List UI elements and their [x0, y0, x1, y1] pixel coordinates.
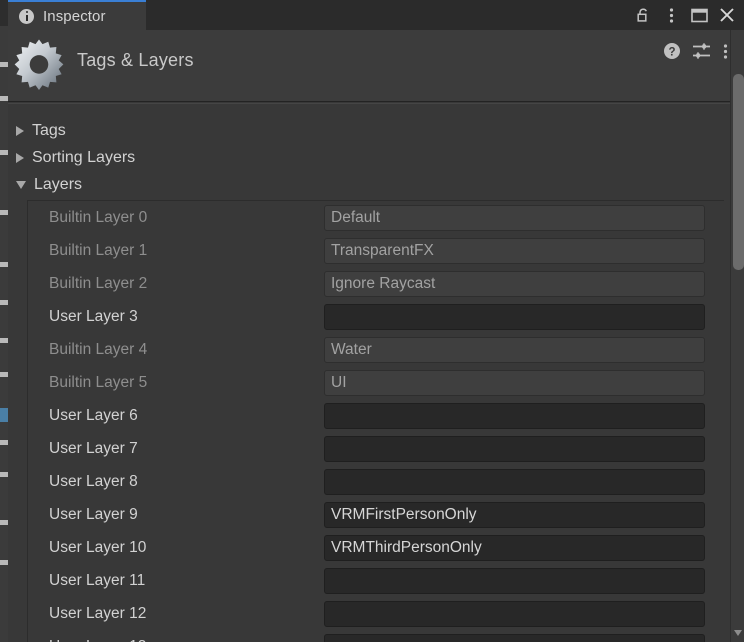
layer-row: User Layer 9 VRMFirstPersonOnly — [28, 498, 724, 531]
window-controls — [630, 0, 740, 30]
layer-label: User Layer 13 — [49, 638, 146, 642]
layer-label: Builtin Layer 0 — [49, 208, 148, 226]
layer-row: User Layer 10 VRMThirdPersonOnly — [28, 531, 724, 564]
inspector-body: Tags Sorting Layers Layers Builtin Layer… — [8, 103, 744, 642]
layer-name-readonly: Water — [324, 336, 705, 363]
foldout-tags-label: Tags — [32, 121, 66, 139]
vertical-scrollbar[interactable] — [730, 30, 744, 642]
inspector-window: Inspector Tags & Layers ? Tags Sorting L… — [8, 0, 744, 642]
layer-row: User Layer 3 — [28, 300, 724, 333]
layer-label: User Layer 12 — [49, 604, 147, 622]
layer-row: Builtin Layer 1 TransparentFX — [28, 234, 724, 267]
info-icon — [19, 8, 34, 24]
layer-label: User Layer 9 — [49, 505, 138, 523]
layer-row: User Layer 7 — [28, 432, 724, 465]
lock-icon[interactable] — [630, 2, 656, 28]
window-tab-bar: Inspector — [8, 0, 744, 30]
foldout-layers-label: Layers — [34, 175, 83, 193]
layer-name-input[interactable] — [324, 402, 705, 429]
layer-row: User Layer 12 — [28, 597, 724, 630]
layer-label: User Layer 8 — [49, 472, 138, 490]
layer-row: Builtin Layer 2 Ignore Raycast — [28, 267, 724, 300]
scrollbar-thumb[interactable] — [733, 74, 744, 270]
maximize-icon[interactable] — [686, 2, 712, 28]
layer-name-input[interactable] — [324, 633, 705, 642]
layer-name-readonly: TransparentFX — [324, 237, 705, 264]
scroll-down-arrow-icon[interactable] — [734, 630, 742, 636]
help-icon[interactable]: ? — [663, 42, 681, 60]
unity-inspector-window: Inspector Tags & Layers ? Tags Sorting L… — [0, 0, 744, 642]
page-title: Tags & Layers — [77, 50, 194, 70]
gear-icon — [14, 39, 64, 90]
component-header: Tags & Layers ? — [8, 30, 744, 102]
layer-row: Builtin Layer 0 Default — [28, 201, 724, 234]
layer-name-input[interactable] — [324, 600, 705, 627]
layer-label: Builtin Layer 4 — [49, 340, 148, 358]
foldout-tags[interactable]: Tags — [8, 117, 66, 144]
layer-row: User Layer 6 — [28, 399, 724, 432]
layer-name-readonly: UI — [324, 369, 705, 396]
layer-row: User Layer 13 — [28, 630, 724, 642]
layer-row: Builtin Layer 5 UI — [28, 366, 724, 399]
svg-text:?: ? — [668, 46, 675, 58]
layer-row: User Layer 11 — [28, 564, 724, 597]
foldout-layers[interactable]: Layers — [8, 171, 82, 198]
layer-label: User Layer 10 — [49, 538, 147, 556]
layer-name-input[interactable] — [324, 468, 705, 495]
chevron-right-icon — [16, 152, 24, 163]
layer-label: User Layer 3 — [49, 307, 138, 325]
component-header-actions: ? — [663, 42, 728, 60]
layer-row: User Layer 8 — [28, 465, 724, 498]
layer-name-readonly: Default — [324, 204, 705, 231]
layer-row: Builtin Layer 4 Water — [28, 333, 724, 366]
layers-list: Builtin Layer 0 Default Builtin Layer 1 Tra… — [27, 200, 724, 642]
kebab-menu-icon[interactable] — [723, 43, 728, 60]
layer-label: Builtin Layer 5 — [49, 373, 148, 391]
layer-label: Builtin Layer 2 — [49, 274, 148, 292]
layer-name-input[interactable] — [324, 435, 705, 462]
layer-label: User Layer 6 — [49, 406, 138, 424]
chevron-down-icon — [16, 180, 26, 189]
tab-inspector[interactable]: Inspector — [8, 0, 146, 30]
close-icon[interactable] — [714, 2, 740, 28]
layer-name-input[interactable]: VRMFirstPersonOnly — [324, 501, 705, 528]
preset-icon[interactable] — [692, 42, 712, 60]
layer-name-input[interactable]: VRMThirdPersonOnly — [324, 534, 705, 561]
layer-name-readonly: Ignore Raycast — [324, 270, 705, 297]
layer-label: User Layer 7 — [49, 439, 138, 457]
divider — [8, 103, 744, 104]
layer-name-input[interactable] — [324, 567, 705, 594]
foldout-sorting-layers[interactable]: Sorting Layers — [8, 144, 135, 171]
chevron-right-icon — [16, 125, 24, 136]
layer-label: User Layer 11 — [49, 571, 146, 589]
layer-label: Builtin Layer 1 — [49, 241, 148, 259]
layer-name-input[interactable] — [324, 303, 705, 330]
kebab-menu-icon[interactable] — [658, 2, 684, 28]
tab-inspector-label: Inspector — [43, 7, 106, 25]
foldout-sorting-layers-label: Sorting Layers — [32, 148, 136, 166]
